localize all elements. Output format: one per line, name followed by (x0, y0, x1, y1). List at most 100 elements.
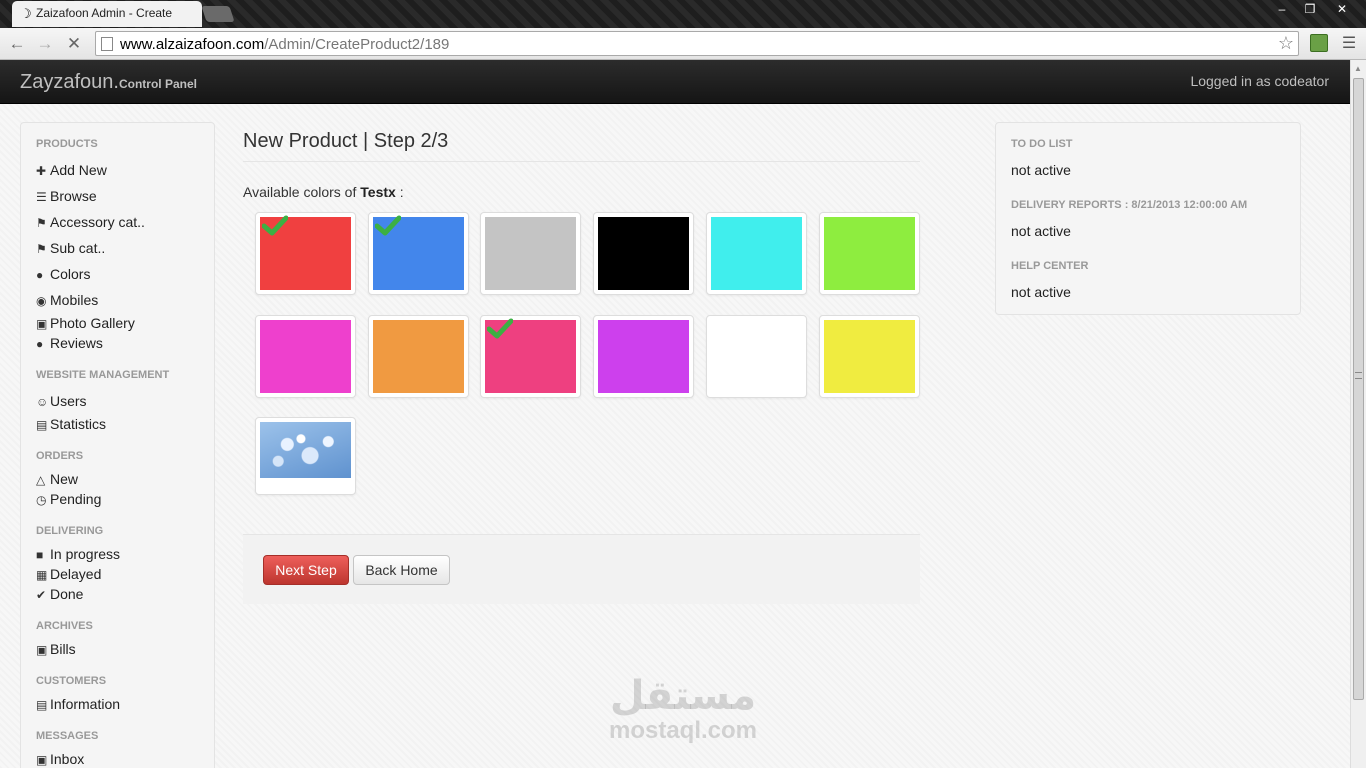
title-divider (243, 161, 920, 162)
color-fill (598, 217, 689, 290)
sidebar-header-orders: ORDERS (36, 450, 84, 462)
checkmark-icon (487, 318, 513, 339)
scrollbar-thumb[interactable] (1353, 78, 1364, 700)
page-scrollbar[interactable]: ▲ (1350, 60, 1366, 768)
sidebar-item-pending[interactable]: ◷ Pending (36, 491, 101, 507)
page-content: PRODUCTS ✚ Add New ☰ Browse ⚑ Accessory cat… (0, 104, 1350, 768)
next-step-button[interactable]: Next Step (263, 555, 349, 585)
sidebar-item-delayed[interactable]: ▦ Delayed (36, 566, 101, 582)
color-fill (711, 217, 802, 290)
tag-icon: ⚑ (36, 242, 47, 256)
sidebar-item-inbox[interactable]: ▣ Inbox (36, 751, 84, 767)
watermark: مستقل mostaql.com (598, 674, 768, 744)
comment-icon: ● (36, 337, 44, 351)
color-swatch[interactable] (480, 315, 581, 398)
image-swatch[interactable] (255, 417, 356, 495)
browser-titlebar: ☽ Zaizafoon Admin - Create ‒ ❐ ✕ (0, 0, 1366, 28)
sidebar-item-add-new[interactable]: ✚ Add New (36, 162, 107, 178)
sidebar: PRODUCTS ✚ Add New ☰ Browse ⚑ Accessory cat… (20, 122, 215, 768)
sidebar-item-bills[interactable]: ▣ Bills (36, 641, 76, 657)
help-center-status: not active (1011, 284, 1071, 300)
wrench-menu-icon[interactable]: ☰ (1340, 33, 1358, 53)
browser-toolbar: ← → ✕ www.alzaizafoon.com/Admin/CreatePr… (0, 28, 1366, 60)
brand-subtitle: Control Panel (118, 77, 197, 91)
list-icon: ☰ (36, 190, 47, 204)
scroll-up-icon[interactable]: ▲ (1354, 64, 1362, 73)
color-swatch[interactable] (480, 212, 581, 295)
sidebar-item-done[interactable]: ✔ Done (36, 586, 83, 602)
help-center-header: HELP CENTER (1011, 260, 1089, 272)
todo-status: not active (1011, 162, 1071, 178)
tab-title: Zaizafoon Admin - Create (36, 6, 173, 20)
sidebar-item-colors[interactable]: ● Colors (36, 266, 90, 282)
sidebar-item-reviews[interactable]: ● Reviews (36, 335, 103, 351)
calendar-icon: ▦ (36, 568, 48, 582)
delivery-reports-header: DELIVERY REPORTS : 8/21/2013 12:00:00 AM (1011, 199, 1248, 211)
color-swatch[interactable] (368, 315, 469, 398)
color-fill (485, 217, 576, 290)
sidebar-item-orders-new[interactable]: △ New (36, 471, 78, 487)
drop-icon: ● (36, 268, 44, 282)
check-circle-icon: ✔ (36, 588, 47, 602)
color-fill (598, 320, 689, 393)
minimize-button[interactable]: ‒ (1268, 0, 1296, 18)
close-window-button[interactable]: ✕ (1328, 0, 1356, 18)
sidebar-item-sub-cat[interactable]: ⚑ Sub cat.. (36, 240, 105, 256)
back-arrow-icon[interactable]: ← (6, 33, 28, 55)
sidebar-item-information[interactable]: ▤ Information (36, 696, 120, 712)
sidebar-item-browse[interactable]: ☰ Browse (36, 188, 97, 204)
checkmark-icon (375, 215, 401, 236)
color-swatch[interactable] (593, 212, 694, 295)
sidebar-header-website-management: WEBSITE MANAGEMENT (36, 369, 170, 381)
bookmark-star-icon[interactable]: ☆ (1278, 33, 1294, 54)
sidebar-item-mobiles[interactable]: ◉ Mobiles (36, 292, 98, 308)
color-swatch[interactable] (706, 315, 807, 398)
globe-icon: ◉ (36, 294, 47, 308)
color-fill (711, 320, 802, 393)
sidebar-item-photo-gallery[interactable]: ▣ Photo Gallery (36, 315, 135, 331)
color-swatch[interactable] (255, 212, 356, 295)
color-fill (824, 320, 915, 393)
color-swatch[interactable] (819, 315, 920, 398)
available-colors-label: Available colors of Testx : (243, 184, 404, 200)
color-fill (260, 320, 351, 393)
sidebar-header-messages: MESSAGES (36, 730, 99, 742)
url-text: www.alzaizafoon.com/Admin/CreateProduct2… (120, 36, 450, 53)
sidebar-item-users[interactable]: ☺ Users (36, 393, 87, 409)
forward-arrow-icon[interactable]: → (34, 33, 56, 55)
tab-loading-icon: ☽ (20, 6, 32, 21)
browser-tab[interactable]: ☽ Zaizafoon Admin - Create (12, 1, 202, 27)
color-swatch[interactable] (255, 315, 356, 398)
page-icon (101, 37, 113, 51)
color-fill (824, 217, 915, 290)
new-tab-button[interactable] (201, 6, 235, 22)
sidebar-item-in-progress[interactable]: ■ In progress (36, 546, 120, 562)
book-icon: ▤ (36, 698, 48, 712)
extension-icon[interactable] (1310, 34, 1328, 52)
brand[interactable]: Zayzafoun.Control Panel (20, 71, 197, 94)
color-swatch[interactable] (368, 212, 469, 295)
restore-button[interactable]: ❐ (1296, 0, 1324, 18)
picture-icon: ▣ (36, 317, 48, 331)
logged-in-user[interactable]: Logged in as codeator (1190, 73, 1329, 89)
stop-icon[interactable]: ✕ (63, 33, 85, 55)
sidebar-header-delivering: DELIVERING (36, 525, 104, 537)
status-panel: TO DO LIST not active DELIVERY REPORTS :… (995, 122, 1301, 315)
tag-icon: ⚑ (36, 216, 47, 230)
brand-name: Zayzafoun. (20, 71, 119, 93)
back-home-button[interactable]: Back Home (353, 555, 450, 585)
sidebar-item-statistics[interactable]: ▤ Statistics (36, 416, 106, 432)
page-title: New Product | Step 2/3 (243, 130, 449, 152)
color-swatch[interactable] (706, 212, 807, 295)
sidebar-item-accessory-cat[interactable]: ⚑ Accessory cat.. (36, 214, 145, 230)
bell-icon: △ (36, 473, 46, 487)
color-swatch[interactable] (593, 315, 694, 398)
color-swatch[interactable] (819, 212, 920, 295)
color-fill (373, 320, 464, 393)
clock-icon: ◷ (36, 493, 47, 507)
checkmark-icon (262, 215, 288, 236)
app-navbar: Zayzafoun.Control Panel Logged in as cod… (0, 60, 1350, 104)
inbox-icon: ▣ (36, 753, 48, 767)
address-bar[interactable]: www.alzaizafoon.com/Admin/CreateProduct2… (95, 31, 1299, 56)
chart-icon: ▤ (36, 418, 48, 432)
